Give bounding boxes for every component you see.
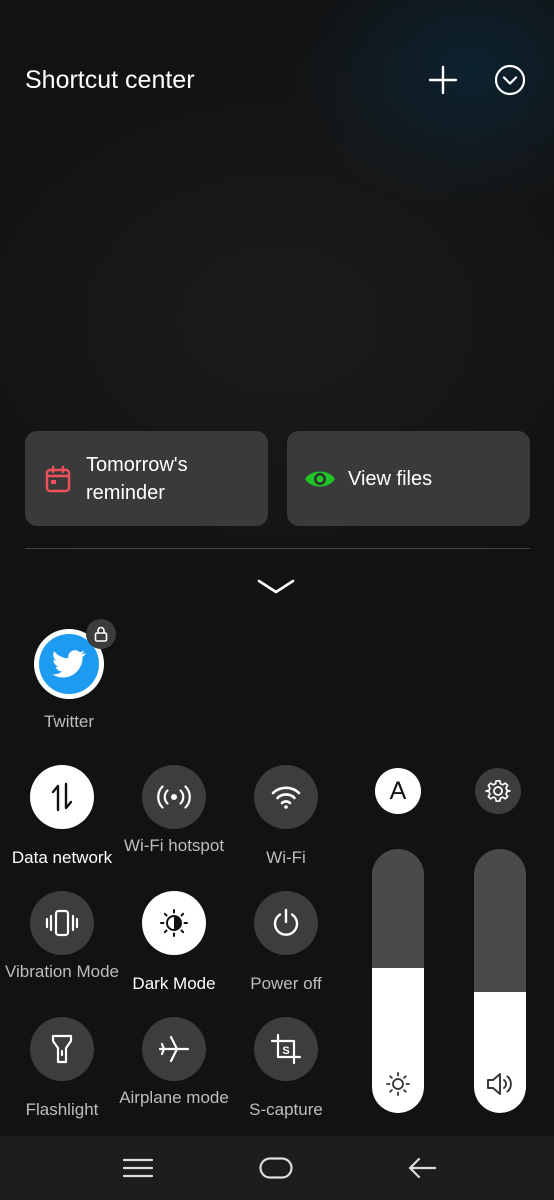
toggle-power-off[interactable] (254, 891, 318, 955)
svg-text:S: S (282, 1045, 289, 1057)
toggle-label: Wi-Fi hotspot (123, 836, 225, 855)
wifi-icon (271, 786, 301, 809)
sun-icon (386, 1072, 410, 1096)
twitter-bird-icon (52, 650, 86, 678)
app-label: Twitter (43, 712, 95, 731)
auto-brightness-label: A (389, 776, 407, 805)
toggle-label: Wi-Fi (266, 848, 306, 867)
screenshot-crop-icon: S (270, 1033, 302, 1065)
add-shortcut-button[interactable] (426, 63, 460, 97)
divider (25, 548, 530, 549)
toggle-label: S-capture (249, 1100, 323, 1119)
toggle-label: Vibration Mode (4, 962, 120, 981)
menu-icon (123, 1158, 153, 1178)
toggle-label: Airplane mode (119, 1088, 229, 1107)
data-arrows-icon (51, 782, 73, 812)
card-view-files[interactable]: View files (287, 431, 530, 526)
back-button[interactable] (392, 1136, 452, 1200)
card-label: View files (348, 467, 433, 490)
card-tomorrows-reminder[interactable]: Tomorrow's reminder (25, 431, 268, 526)
toggle-wifi[interactable] (254, 765, 318, 829)
airplane-icon (158, 1035, 190, 1063)
toggle-label: Dark Mode (132, 974, 216, 993)
plus-icon (428, 65, 458, 95)
auto-brightness-button[interactable]: A (375, 768, 421, 814)
dark-mode-icon (160, 909, 188, 937)
menu-button[interactable] (108, 1136, 168, 1200)
home-button[interactable] (246, 1136, 306, 1200)
calendar-icon (45, 465, 71, 492)
toggle-flashlight[interactable] (30, 1017, 94, 1081)
expand-button[interactable] (254, 574, 298, 598)
chevron-down-circle-icon (494, 64, 526, 96)
hotspot-icon (157, 785, 191, 809)
toggle-vibration-mode[interactable] (30, 891, 94, 955)
speaker-icon (487, 1073, 512, 1095)
flashlight-icon (51, 1034, 73, 1064)
chevron-down-icon (257, 579, 295, 594)
vibration-icon (45, 909, 79, 937)
toggle-wifi-hotspot[interactable] (142, 765, 206, 829)
settings-button[interactable] (475, 768, 521, 814)
lock-icon (94, 626, 108, 642)
toggle-data-network[interactable] (30, 765, 94, 829)
volume-slider[interactable] (474, 849, 526, 1113)
toggle-label: Power off (250, 974, 322, 993)
toggle-dark-mode[interactable] (142, 891, 206, 955)
brightness-slider[interactable] (372, 849, 424, 1113)
collapse-panel-button[interactable] (494, 64, 526, 96)
card-label: Tomorrow's reminder (86, 453, 188, 504)
toggle-label: Flashlight (25, 1100, 99, 1119)
lock-badge (86, 619, 116, 649)
toggle-airplane-mode[interactable] (142, 1017, 206, 1081)
gear-icon (485, 780, 511, 802)
toggle-s-capture[interactable]: S (254, 1017, 318, 1081)
power-icon (273, 908, 299, 936)
home-icon (259, 1157, 293, 1179)
page-title: Shortcut center (25, 66, 195, 94)
eye-icon (305, 471, 335, 486)
back-icon (408, 1157, 437, 1179)
toggle-label: Data network (11, 848, 113, 867)
